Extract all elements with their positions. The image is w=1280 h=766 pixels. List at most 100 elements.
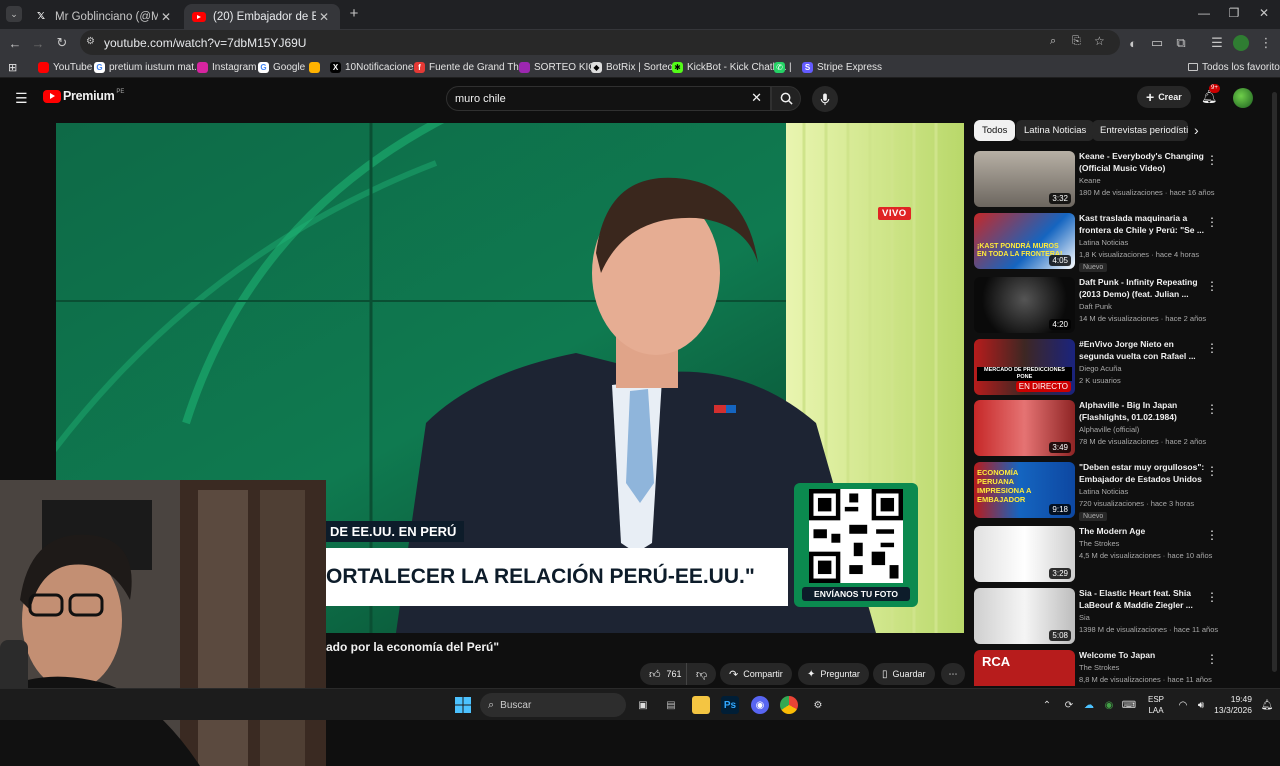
- puzzle-icon[interactable]: ⧉: [1172, 34, 1190, 52]
- recommendation-item[interactable]: RCA Welcome To Japan The Strokes 8,8 M d…: [974, 650, 1264, 686]
- like-button[interactable]: 👍︎ 761: [640, 663, 690, 685]
- bookmark-google[interactable]: G Google: [258, 59, 305, 75]
- more-options-icon[interactable]: ⋮: [1206, 153, 1218, 167]
- more-options-icon[interactable]: ⋮: [1206, 652, 1218, 666]
- tray-icon[interactable]: ⟳: [1060, 696, 1078, 714]
- video-thumbnail[interactable]: 3:29: [974, 526, 1075, 582]
- windows-start-icon[interactable]: [454, 696, 472, 714]
- channel-name[interactable]: Diego Acuña: [1079, 364, 1122, 373]
- search-input[interactable]: muro chile ✕: [446, 86, 771, 111]
- channel-name[interactable]: The Strokes: [1079, 663, 1119, 672]
- channel-name[interactable]: Latina Noticias: [1079, 238, 1128, 247]
- video-thumbnail[interactable]: 3:49: [974, 400, 1075, 456]
- recommendation-item[interactable]: ECONOMÍA PERUANA IMPRESIONA A EMBAJADOR …: [974, 462, 1264, 522]
- profile-avatar[interactable]: [1232, 34, 1250, 52]
- bookmark-10notificaciones[interactable]: X 10Notificaciones: [330, 59, 418, 75]
- notifications-button[interactable]: 🔔︎ 9+: [1201, 84, 1220, 104]
- tab-youtube[interactable]: (20) Embajador de Estados Unid ✕: [184, 4, 340, 29]
- photoshop-icon[interactable]: Ps: [721, 696, 739, 714]
- channel-name[interactable]: Alphaville (official): [1079, 425, 1139, 434]
- channel-name[interactable]: Daft Punk: [1079, 302, 1112, 311]
- tab-twitter[interactable]: 𝕏 Mr Goblinciano (@MGoblincian ✕: [26, 4, 182, 29]
- search-button[interactable]: [771, 86, 801, 111]
- minimize-icon[interactable]: —: [1194, 6, 1214, 20]
- bookmark-pretium[interactable]: Gpretium iustum mat...: [94, 59, 202, 75]
- channel-name[interactable]: The Strokes: [1079, 539, 1119, 548]
- channel-name[interactable]: Keane: [1079, 176, 1101, 185]
- ask-button[interactable]: ✦ Preguntar: [798, 663, 869, 685]
- wifi-icon[interactable]: ◠: [1174, 696, 1192, 714]
- extension-icon[interactable]: ◐: [1124, 34, 1142, 52]
- youtube-logo[interactable]: Premium PE: [43, 89, 124, 103]
- zoom-icon[interactable]: ⌕: [1050, 35, 1056, 48]
- tray-icon[interactable]: ☁: [1080, 696, 1098, 714]
- bookmark-favicon[interactable]: [309, 59, 324, 75]
- recommendation-item[interactable]: 3:29 The Modern Age The Strokes 4,5 M de…: [974, 526, 1264, 586]
- extension-icon[interactable]: ▭: [1148, 34, 1166, 52]
- chip-latina-noticias[interactable]: Latina Noticias: [1016, 120, 1095, 141]
- video-thumbnail[interactable]: ¡KAST PONDRÁ MUROS EN TODA LA FRONTERA! …: [974, 213, 1075, 269]
- language-indicator[interactable]: ESP LAA: [1148, 694, 1164, 716]
- system-tray-chevron-icon[interactable]: ⌃: [1038, 696, 1056, 714]
- video-thumbnail[interactable]: 3:32: [974, 151, 1075, 207]
- dislike-button[interactable]: 👎︎: [686, 663, 717, 685]
- bookmark-instagram[interactable]: Instagram: [197, 59, 256, 75]
- address-bar[interactable]: ⚙ youtube.com/watch?v=7dbM15YJ69U ⌕ ⎘ ☆: [80, 30, 1120, 55]
- create-button[interactable]: + Crear: [1137, 86, 1191, 108]
- app-icon[interactable]: ⚙: [809, 696, 827, 714]
- chip-entrevistas[interactable]: Entrevistas periodístic: [1092, 120, 1188, 141]
- bookmark-star-icon[interactable]: ☆: [1094, 34, 1105, 48]
- save-button[interactable]: ▯ Guardar: [873, 663, 935, 685]
- forward-icon[interactable]: →: [29, 34, 47, 52]
- video-thumbnail[interactable]: ECONOMÍA PERUANA IMPRESIONA A EMBAJADOR …: [974, 462, 1075, 518]
- page-scrollbar[interactable]: [1272, 92, 1277, 672]
- more-options-icon[interactable]: ⋮: [1206, 215, 1218, 229]
- recommendation-item[interactable]: 4:20 Daft Punk - Infinity Repeating (201…: [974, 277, 1264, 337]
- close-window-icon[interactable]: ✕: [1254, 6, 1274, 20]
- more-options-icon[interactable]: ⋮: [1206, 590, 1218, 604]
- chrome-menu-icon[interactable]: ⋮: [1257, 34, 1275, 52]
- voice-search-button[interactable]: [812, 86, 838, 112]
- recommendation-item[interactable]: ¡KAST PONDRÁ MUROS EN TODA LA FRONTERA! …: [974, 213, 1264, 273]
- more-options-icon[interactable]: ⋮: [1206, 528, 1218, 542]
- account-avatar[interactable]: [1233, 88, 1253, 108]
- video-thumbnail[interactable]: MERCADO DE PREDICCIONES PONE EN DIRECTO: [974, 339, 1075, 395]
- channel-name[interactable]: Latina Noticias: [1079, 487, 1128, 496]
- site-info-icon[interactable]: ⚙: [86, 36, 95, 47]
- file-explorer-icon[interactable]: [692, 696, 710, 714]
- bookmark-stripe[interactable]: S Stripe Express: [802, 59, 882, 75]
- close-tab-icon[interactable]: ✕: [158, 10, 174, 24]
- new-tab-button[interactable]: +: [346, 5, 362, 22]
- more-options-icon[interactable]: ⋮: [1206, 341, 1218, 355]
- chip-all[interactable]: Todos: [974, 120, 1016, 141]
- discord-icon[interactable]: ◉: [751, 696, 769, 714]
- chips-next-icon[interactable]: ›: [1194, 122, 1199, 138]
- bookmark-youtube[interactable]: YouTube: [38, 59, 92, 75]
- chrome-icon[interactable]: [780, 696, 798, 714]
- clock[interactable]: 19:49 13/3/2026: [1214, 694, 1252, 716]
- all-bookmarks[interactable]: Todos los favoritos: [1188, 59, 1280, 75]
- install-icon[interactable]: ⎘: [1072, 35, 1081, 48]
- bookmark-whatsapp[interactable]: ✆ |: [774, 59, 792, 75]
- reading-list-icon[interactable]: ☰: [1208, 34, 1226, 52]
- more-options-icon[interactable]: ⋮: [1206, 402, 1218, 416]
- video-thumbnail[interactable]: 5:08: [974, 588, 1075, 644]
- more-options-icon[interactable]: ⋮: [1206, 464, 1218, 478]
- bookmark-kickbot[interactable]: ✱ KickBot - Kick Chatb...: [672, 59, 786, 75]
- back-icon[interactable]: ←: [6, 34, 24, 52]
- restore-icon[interactable]: ❐: [1224, 6, 1244, 20]
- more-options-icon[interactable]: ⋮: [1206, 279, 1218, 293]
- video-thumbnail[interactable]: 4:20: [974, 277, 1075, 333]
- tray-icon[interactable]: ◉: [1100, 696, 1118, 714]
- recommendation-item[interactable]: 5:08 Sia - Elastic Heart feat. Shia LaBe…: [974, 588, 1264, 648]
- close-tab-icon[interactable]: ✕: [316, 10, 332, 24]
- reload-icon[interactable]: ↻: [53, 34, 71, 52]
- taskbar-search[interactable]: ⌕ Buscar: [480, 693, 626, 717]
- video-thumbnail[interactable]: RCA: [974, 650, 1075, 686]
- app-icon[interactable]: ▤: [662, 696, 680, 714]
- notification-center-icon[interactable]: 🔔︎: [1258, 696, 1276, 714]
- bookmark-botrix[interactable]: ◆ BotRix | Sorteos: [591, 59, 678, 75]
- more-actions-button[interactable]: ⋯: [941, 663, 965, 685]
- recommendation-item[interactable]: 3:32 Keane - Everybody's Changing (Offic…: [974, 151, 1264, 211]
- recommendation-item[interactable]: MERCADO DE PREDICCIONES PONE EN DIRECTO …: [974, 339, 1264, 399]
